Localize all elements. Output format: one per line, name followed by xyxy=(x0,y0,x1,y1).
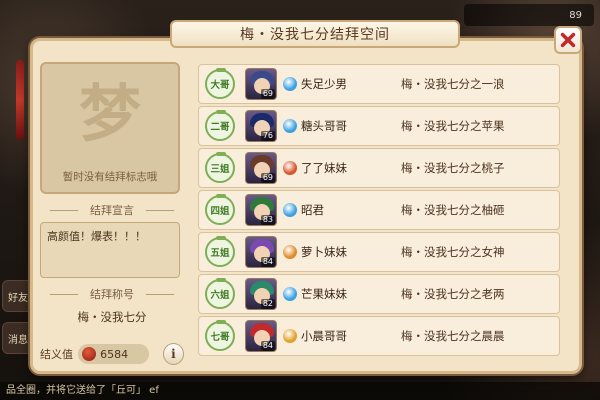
school-icon xyxy=(283,287,297,301)
rank-seal-icon: 二哥 xyxy=(205,110,235,141)
member-avatar[interactable]: 82 xyxy=(245,278,277,310)
member-bond-title: 梅・没我七分之老两 xyxy=(401,287,505,301)
member-bond-title: 梅・没我七分之柚砸 xyxy=(401,203,505,217)
school-icon xyxy=(283,329,297,343)
member-level: 69 xyxy=(260,173,275,183)
info-button[interactable]: i xyxy=(162,343,184,365)
member-name: 萝卜妹妹 xyxy=(301,245,347,259)
close-icon xyxy=(560,32,576,48)
rank-seal-icon: 七哥 xyxy=(205,320,235,351)
member-name: 昭君 xyxy=(301,203,324,217)
close-button[interactable] xyxy=(554,26,582,54)
member-level: 69 xyxy=(260,89,275,99)
title-label: 结拜称号 xyxy=(40,286,184,302)
top-right-counter: 89 xyxy=(464,4,594,26)
chat-bar[interactable]: 品全圈，并将它送给了「丘可」 ef xyxy=(0,382,600,400)
emblem-placeholder-icon: 梦 xyxy=(78,77,141,150)
counter-value: 89 xyxy=(569,9,582,21)
member-avatar[interactable]: 84 xyxy=(245,320,277,352)
message-shortcut-label: 消息 xyxy=(8,334,28,346)
member-level: 82 xyxy=(260,299,275,309)
member-row[interactable]: 五姐 84 萝卜妹妹 梅・没我七分之女神 xyxy=(198,232,560,272)
info-icon: i xyxy=(171,347,176,361)
declaration-label: 结拜宣言 xyxy=(40,202,184,218)
title-value: 梅・没我七分 xyxy=(77,310,147,324)
bond-value-row: 结义值 6584 i xyxy=(40,342,184,366)
rank-label: 四姐 xyxy=(210,206,230,217)
member-name: 芒果妹妹 xyxy=(301,287,347,301)
school-icon xyxy=(283,203,297,217)
member-row[interactable]: 四姐 83 昭君 梅・没我七分之柚砸 xyxy=(198,190,560,230)
gourd-icon xyxy=(82,347,97,361)
member-row[interactable]: 大哥 69 失足少男 梅・没我七分之一浪 xyxy=(198,64,560,104)
window-title: 梅・没我七分结拜空间 xyxy=(240,27,390,43)
rank-seal-icon: 六姐 xyxy=(205,278,235,309)
declaration-box: 高颜值！爆表！！！ xyxy=(40,222,180,278)
rank-label: 大哥 xyxy=(210,80,230,91)
declaration-text: 高颜值！爆表！！！ xyxy=(47,230,146,243)
member-avatar[interactable]: 84 xyxy=(245,236,277,268)
rank-label: 三姐 xyxy=(210,164,230,175)
bond-value-box: 6584 xyxy=(78,344,149,364)
lantern-decoration xyxy=(16,60,24,140)
school-icon xyxy=(283,77,297,91)
member-avatar[interactable]: 69 xyxy=(245,152,277,184)
member-row[interactable]: 七哥 84 小晨哥哥 梅・没我七分之晨晨 xyxy=(198,316,560,356)
member-row[interactable]: 六姐 82 芒果妹妹 梅・没我七分之老两 xyxy=(198,274,560,314)
rank-label: 六姐 xyxy=(210,290,230,301)
bond-value-number: 6584 xyxy=(100,347,129,361)
member-name: 了了妹妹 xyxy=(301,161,347,175)
member-avatar[interactable]: 83 xyxy=(245,194,277,226)
member-avatar[interactable]: 69 xyxy=(245,68,277,100)
member-bond-title: 梅・没我七分之女神 xyxy=(401,245,505,259)
chat-text: 品全圈，并将它送给了「丘可」 ef xyxy=(6,385,159,396)
rank-seal-icon: 四姐 xyxy=(205,194,235,225)
member-name: 糖头哥哥 xyxy=(301,119,347,133)
member-name: 小晨哥哥 xyxy=(301,329,347,343)
member-bond-title: 梅・没我七分之一浪 xyxy=(401,77,505,91)
member-list: 大哥 69 失足少男 梅・没我七分之一浪 二哥 76 糖头哥哥 梅・没我七分之苹… xyxy=(198,64,560,356)
school-icon xyxy=(283,161,297,175)
rank-seal-icon: 五姐 xyxy=(205,236,235,267)
member-name: 失足少男 xyxy=(301,77,347,91)
school-icon xyxy=(283,119,297,133)
member-bond-title: 梅・没我七分之晨晨 xyxy=(401,329,505,343)
bond-value-label: 结义值 xyxy=(40,348,73,361)
rank-seal-icon: 大哥 xyxy=(205,68,235,99)
rank-seal-icon: 三姐 xyxy=(205,152,235,183)
friends-shortcut-label: 好友 xyxy=(8,292,28,304)
school-icon xyxy=(283,245,297,259)
left-info-column: 梦 暂时没有结拜标志哦 结拜宣言 高颜值！爆表！！！ 结拜称号 梅・没我七分 结… xyxy=(40,62,184,367)
member-row[interactable]: 三姐 69 了了妹妹 梅・没我七分之桃子 xyxy=(198,148,560,188)
member-avatar[interactable]: 76 xyxy=(245,110,277,142)
member-bond-title: 梅・没我七分之苹果 xyxy=(401,119,505,133)
member-bond-title: 梅・没我七分之桃子 xyxy=(401,161,505,175)
rank-label: 五姐 xyxy=(210,248,230,259)
emblem-box: 梦 暂时没有结拜标志哦 xyxy=(40,62,180,194)
member-level: 76 xyxy=(260,131,275,141)
member-level: 83 xyxy=(260,215,275,225)
rank-label: 二哥 xyxy=(210,122,230,133)
emblem-status-text: 暂时没有结拜标志哦 xyxy=(62,171,158,183)
member-row[interactable]: 二哥 76 糖头哥哥 梅・没我七分之苹果 xyxy=(198,106,560,146)
member-level: 84 xyxy=(260,341,275,351)
rank-label: 七哥 xyxy=(210,332,230,343)
window-title-plate: 梅・没我七分结拜空间 xyxy=(170,20,460,48)
member-level: 84 xyxy=(260,257,275,267)
